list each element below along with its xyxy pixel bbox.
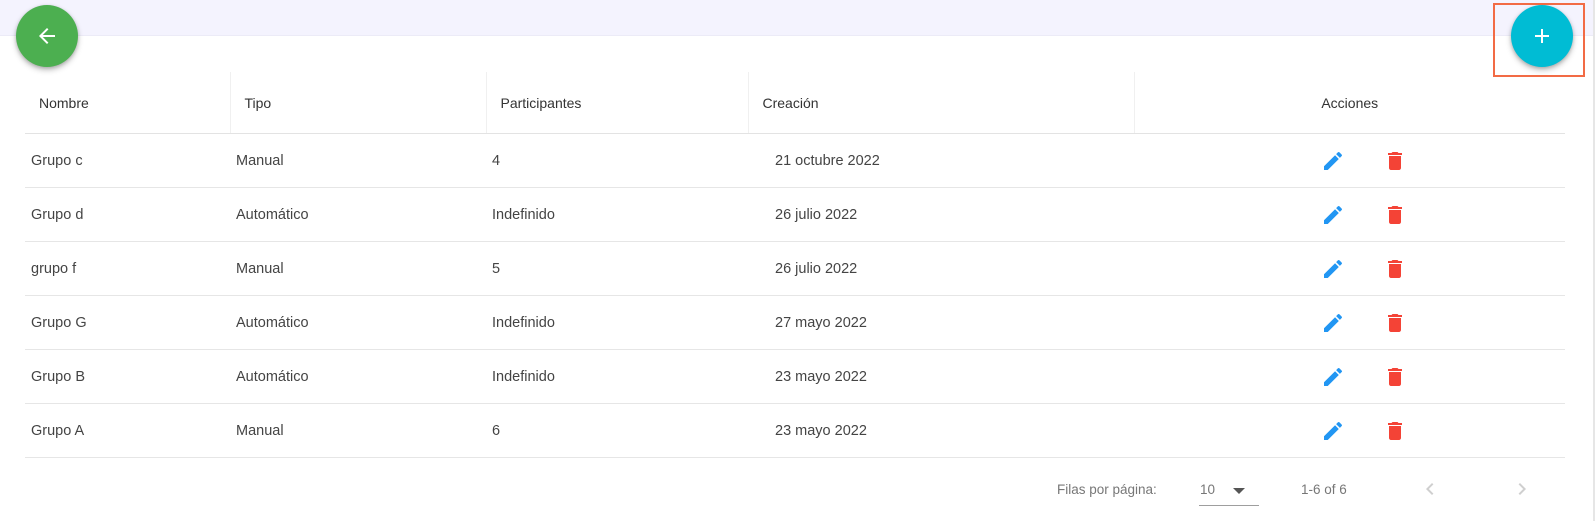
chevron-left-icon[interactable] bbox=[1418, 477, 1442, 501]
table-row[interactable]: Grupo d Automático Indefinido 26 julio 2022 bbox=[25, 187, 1565, 242]
cell-tipo: Manual bbox=[230, 133, 486, 188]
trash-icon[interactable] bbox=[1383, 203, 1407, 227]
groups-page: Nombre Tipo Participantes Creación Accio… bbox=[0, 0, 1595, 521]
cell-creacion: 23 mayo 2022 bbox=[748, 403, 1134, 458]
cell-nombre: Grupo c bbox=[25, 133, 230, 188]
trash-icon[interactable] bbox=[1383, 257, 1407, 281]
cell-creacion: 27 mayo 2022 bbox=[748, 295, 1134, 350]
chevron-right-icon[interactable] bbox=[1510, 477, 1534, 501]
cell-creacion: 26 julio 2022 bbox=[748, 187, 1134, 242]
pencil-icon[interactable] bbox=[1321, 149, 1345, 173]
table-row[interactable]: Grupo A Manual 6 23 mayo 2022 bbox=[25, 403, 1565, 458]
rows-per-page-select[interactable]: 10 bbox=[1199, 475, 1259, 506]
cell-acciones bbox=[1134, 295, 1565, 350]
table-header-row: Nombre Tipo Participantes Creación Accio… bbox=[25, 72, 1565, 134]
pencil-icon[interactable] bbox=[1321, 203, 1345, 227]
row-actions bbox=[1140, 203, 1559, 227]
cell-tipo: Manual bbox=[230, 241, 486, 296]
caret-down-icon bbox=[1233, 488, 1245, 494]
cell-acciones bbox=[1134, 133, 1565, 188]
row-actions bbox=[1140, 419, 1559, 443]
cell-participantes: 5 bbox=[486, 241, 748, 296]
row-actions bbox=[1140, 365, 1559, 389]
cell-nombre: Grupo G bbox=[25, 295, 230, 350]
row-actions bbox=[1140, 311, 1559, 335]
cell-tipo: Automático bbox=[230, 187, 486, 242]
pagination-range: 1-6 of 6 bbox=[1301, 482, 1347, 497]
add-button-highlight bbox=[1493, 3, 1585, 77]
trash-icon[interactable] bbox=[1383, 365, 1407, 389]
rows-per-page-value: 10 bbox=[1200, 482, 1216, 497]
cell-participantes: Indefinido bbox=[486, 349, 748, 404]
pencil-icon[interactable] bbox=[1321, 419, 1345, 443]
cell-nombre: Grupo B bbox=[25, 349, 230, 404]
column-header-acciones: Acciones bbox=[1134, 72, 1565, 134]
cell-acciones bbox=[1134, 349, 1565, 404]
cell-acciones bbox=[1134, 403, 1565, 458]
rows-per-page-label: Filas por página: bbox=[1057, 482, 1157, 497]
table-row[interactable]: grupo f Manual 5 26 julio 2022 bbox=[25, 241, 1565, 296]
column-header-creacion[interactable]: Creación bbox=[748, 72, 1135, 134]
pagination-footer: Filas por página: 10 1-6 of 6 bbox=[0, 465, 1595, 521]
table-row[interactable]: Grupo c Manual 4 21 octubre 2022 bbox=[25, 133, 1565, 188]
groups-table: Nombre Tipo Participantes Creación Accio… bbox=[25, 72, 1565, 458]
top-toolbar-band bbox=[0, 0, 1595, 36]
cell-acciones bbox=[1134, 187, 1565, 242]
cell-nombre: Grupo d bbox=[25, 187, 230, 242]
table-row[interactable]: Grupo G Automático Indefinido 27 mayo 2022 bbox=[25, 295, 1565, 350]
arrow-left-icon bbox=[39, 28, 55, 44]
cell-tipo: Automático bbox=[230, 349, 486, 404]
table-row[interactable]: Grupo B Automático Indefinido 23 mayo 2022 bbox=[25, 349, 1565, 404]
column-header-participantes[interactable]: Participantes bbox=[486, 72, 749, 134]
row-actions bbox=[1140, 149, 1559, 173]
pencil-icon[interactable] bbox=[1321, 311, 1345, 335]
cell-creacion: 23 mayo 2022 bbox=[748, 349, 1134, 404]
cell-nombre: grupo f bbox=[25, 241, 230, 296]
cell-acciones bbox=[1134, 241, 1565, 296]
table-body: Grupo c Manual 4 21 octubre 2022 Grupo d Auto… bbox=[25, 133, 1565, 458]
cell-tipo: Manual bbox=[230, 403, 486, 458]
trash-icon[interactable] bbox=[1383, 419, 1407, 443]
column-header-nombre[interactable]: Nombre bbox=[25, 72, 231, 134]
cell-creacion: 21 octubre 2022 bbox=[748, 133, 1134, 188]
groups-table-container: Nombre Tipo Participantes Creación Accio… bbox=[25, 72, 1565, 458]
cell-creacion: 26 julio 2022 bbox=[748, 241, 1134, 296]
trash-icon[interactable] bbox=[1383, 311, 1407, 335]
trash-icon[interactable] bbox=[1383, 149, 1407, 173]
cell-participantes: 6 bbox=[486, 403, 748, 458]
back-button[interactable] bbox=[16, 5, 78, 67]
pencil-icon[interactable] bbox=[1321, 257, 1345, 281]
pencil-icon[interactable] bbox=[1321, 365, 1345, 389]
row-actions bbox=[1140, 257, 1559, 281]
cell-participantes: Indefinido bbox=[486, 295, 748, 350]
cell-participantes: 4 bbox=[486, 133, 748, 188]
cell-nombre: Grupo A bbox=[25, 403, 230, 458]
cell-participantes: Indefinido bbox=[486, 187, 748, 242]
cell-tipo: Automático bbox=[230, 295, 486, 350]
column-header-tipo[interactable]: Tipo bbox=[230, 72, 487, 134]
